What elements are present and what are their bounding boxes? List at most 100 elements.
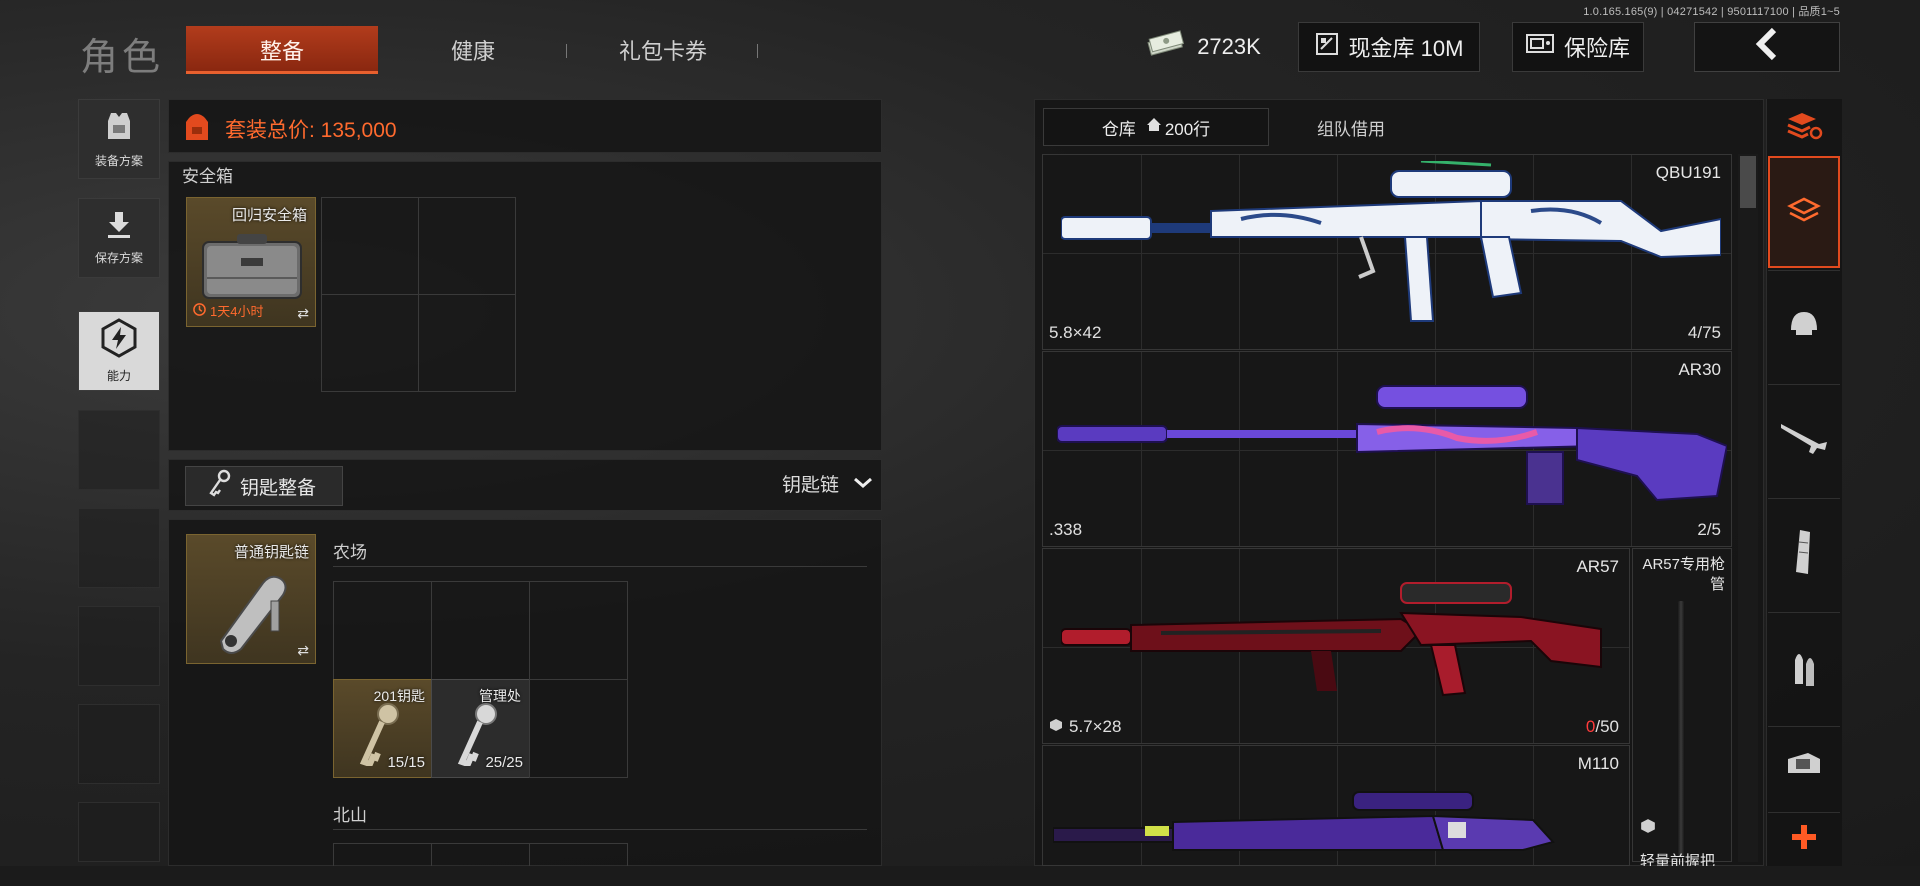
empty-nav-slot bbox=[78, 606, 160, 686]
cash-vault-button[interactable]: 现金库 10M bbox=[1298, 22, 1480, 72]
key-item-count: 15/15 bbox=[387, 754, 425, 771]
weapon-caliber: 5.8×42 bbox=[1049, 323, 1102, 342]
side-item-name: AR57专用枪管 bbox=[1642, 556, 1725, 593]
category-ammo[interactable] bbox=[1768, 612, 1840, 724]
box-icon bbox=[1049, 717, 1063, 737]
key-loadout-button[interactable]: 钥匙整备 bbox=[185, 466, 343, 506]
area-farm-label: 农场 bbox=[333, 543, 367, 562]
vault-icon bbox=[1315, 32, 1339, 62]
category-sight[interactable] bbox=[1768, 726, 1840, 810]
keychain-section: 普通钥匙链 ⇄ 农场 201钥匙 15/15 管理处 25/25 北山 bbox=[168, 519, 882, 867]
weapon-ammo: 4/75 bbox=[1687, 323, 1721, 342]
safe-vault-label: 保险库 bbox=[1563, 36, 1630, 61]
rifle-icon bbox=[1779, 418, 1829, 463]
ability-label: 能力 bbox=[106, 369, 131, 383]
add-category-button[interactable] bbox=[1768, 812, 1840, 866]
key-grid-cell[interactable] bbox=[529, 581, 628, 680]
ammo-current: 0 bbox=[1585, 717, 1596, 736]
currency-display: 2723K bbox=[1138, 22, 1268, 72]
home-icon bbox=[1146, 117, 1162, 137]
tab-divider bbox=[566, 44, 567, 58]
swap-icon[interactable]: ⇄ bbox=[297, 305, 309, 322]
empty-nav-slot bbox=[78, 410, 160, 490]
plus-icon bbox=[1790, 823, 1818, 856]
safe-box-grid-cell[interactable] bbox=[418, 197, 516, 295]
safe-box-grid-cell[interactable] bbox=[321, 294, 419, 392]
loadout-plan-button[interactable]: 装备方案 bbox=[78, 99, 160, 179]
version-label: 1.0.165.165(9) | 04271542 | 9501117100 |… bbox=[1583, 6, 1840, 18]
safe-box-grid-cell[interactable] bbox=[418, 294, 516, 392]
category-stack-refresh[interactable] bbox=[1768, 100, 1840, 155]
side-item-ar57-barrel[interactable]: AR57专用枪管 bbox=[1632, 548, 1732, 862]
page-title: 角色 bbox=[80, 37, 165, 79]
stack-refresh-icon bbox=[1784, 109, 1824, 146]
back-button[interactable] bbox=[1694, 22, 1840, 72]
weapon-caliber: .338 bbox=[1049, 520, 1083, 539]
category-all-layers[interactable] bbox=[1768, 156, 1840, 268]
key-grid-cell[interactable] bbox=[333, 581, 432, 680]
keychain-dropdown-label: 钥匙链 bbox=[781, 475, 839, 496]
tab-equipment[interactable]: 整备 bbox=[186, 26, 378, 74]
empty-nav-slot bbox=[78, 508, 160, 588]
safe-box-name: 回归安全箱 bbox=[231, 207, 307, 224]
total-price-bar: 套装总价: 135,000 bbox=[168, 99, 882, 153]
category-magazine[interactable] bbox=[1768, 498, 1840, 610]
category-rifle[interactable] bbox=[1768, 384, 1840, 496]
safe-box-grid-cell[interactable] bbox=[321, 197, 419, 295]
barrel-icon bbox=[1677, 601, 1685, 857]
divider bbox=[333, 829, 867, 830]
rifle-qbu191-icon bbox=[1061, 161, 1721, 322]
bottom-strip bbox=[0, 866, 1920, 886]
ammo-max: /50 bbox=[1595, 717, 1619, 736]
key-grid-cell[interactable] bbox=[529, 843, 628, 867]
weapon-caliber-row: 5.7×28 bbox=[1049, 717, 1121, 737]
keychain-name: 普通钥匙链 bbox=[233, 544, 309, 561]
vest-icon bbox=[102, 109, 136, 146]
key-item-admin[interactable]: 管理处 25/25 bbox=[431, 679, 530, 778]
warehouse-scrollbar[interactable] bbox=[1738, 154, 1758, 862]
chevron-left-icon bbox=[1752, 27, 1782, 67]
category-helmet[interactable] bbox=[1768, 270, 1840, 382]
save-plan-button[interactable]: 保存方案 bbox=[78, 198, 160, 278]
scrollbar-thumb[interactable] bbox=[1740, 156, 1756, 208]
keychain-slot[interactable]: 普通钥匙链 ⇄ bbox=[186, 534, 316, 664]
tab-warehouse[interactable]: 仓库 200行 bbox=[1043, 108, 1269, 146]
safe-box-slot[interactable]: 回归安全箱 1天4小时 ⇄ bbox=[186, 197, 316, 327]
rifle-m110-icon bbox=[1053, 791, 1555, 851]
cash-vault-label: 现金库 10M bbox=[1348, 36, 1464, 61]
tab-gift-vouchers[interactable]: 礼包卡券 bbox=[570, 26, 756, 74]
weapon-caliber: 5.7×28 bbox=[1069, 717, 1122, 736]
empty-nav-slot bbox=[78, 802, 160, 862]
safe-box-case-icon bbox=[197, 228, 307, 309]
magazine-icon bbox=[1792, 528, 1816, 581]
weapon-card-m110[interactable]: M110 bbox=[1042, 745, 1630, 866]
safe-box-timer-text: 1天4小时 bbox=[210, 304, 264, 319]
sight-icon bbox=[1784, 749, 1824, 788]
ability-button[interactable]: 能力 bbox=[78, 311, 160, 391]
key-grid-cell[interactable] bbox=[431, 581, 530, 680]
layers-icon bbox=[1786, 194, 1822, 231]
keychain-dropdown[interactable]: 钥匙链 bbox=[782, 470, 873, 497]
weapon-card-ar30[interactable]: AR30 .338 2/5 bbox=[1042, 351, 1732, 547]
helmet-icon bbox=[1786, 308, 1822, 345]
keychain-icon bbox=[201, 561, 301, 662]
chevron-down-icon bbox=[853, 473, 873, 495]
area-north-mountain-label: 北山 bbox=[333, 806, 367, 825]
safe-box-heading: 安全箱 bbox=[182, 167, 233, 186]
weapon-card-ar57[interactable]: AR57 5.7×28 0/50 bbox=[1042, 548, 1630, 744]
swap-icon[interactable]: ⇄ bbox=[297, 642, 309, 659]
rifle-ar30-icon bbox=[1057, 385, 1727, 505]
key-item-201[interactable]: 201钥匙 15/15 bbox=[333, 679, 432, 778]
safe-vault-button[interactable]: 保险库 bbox=[1512, 22, 1644, 72]
warehouse-tab-label: 仓库 bbox=[1101, 119, 1136, 139]
key-grid-cell[interactable] bbox=[333, 843, 432, 867]
clock-icon bbox=[193, 302, 206, 319]
loadout-plan-label: 装备方案 bbox=[94, 154, 143, 168]
tab-health[interactable]: 健康 bbox=[380, 26, 566, 74]
weapon-card-qbu191[interactable]: QBU191 5.8×42 4/75 bbox=[1042, 154, 1732, 350]
key-grid-cell[interactable] bbox=[529, 679, 628, 778]
key-grid-cell[interactable] bbox=[431, 843, 530, 867]
tab-team-borrow[interactable]: 组队借用 bbox=[1271, 108, 1431, 146]
rifle-ar57-icon bbox=[1061, 582, 1602, 697]
download-icon bbox=[104, 210, 134, 243]
